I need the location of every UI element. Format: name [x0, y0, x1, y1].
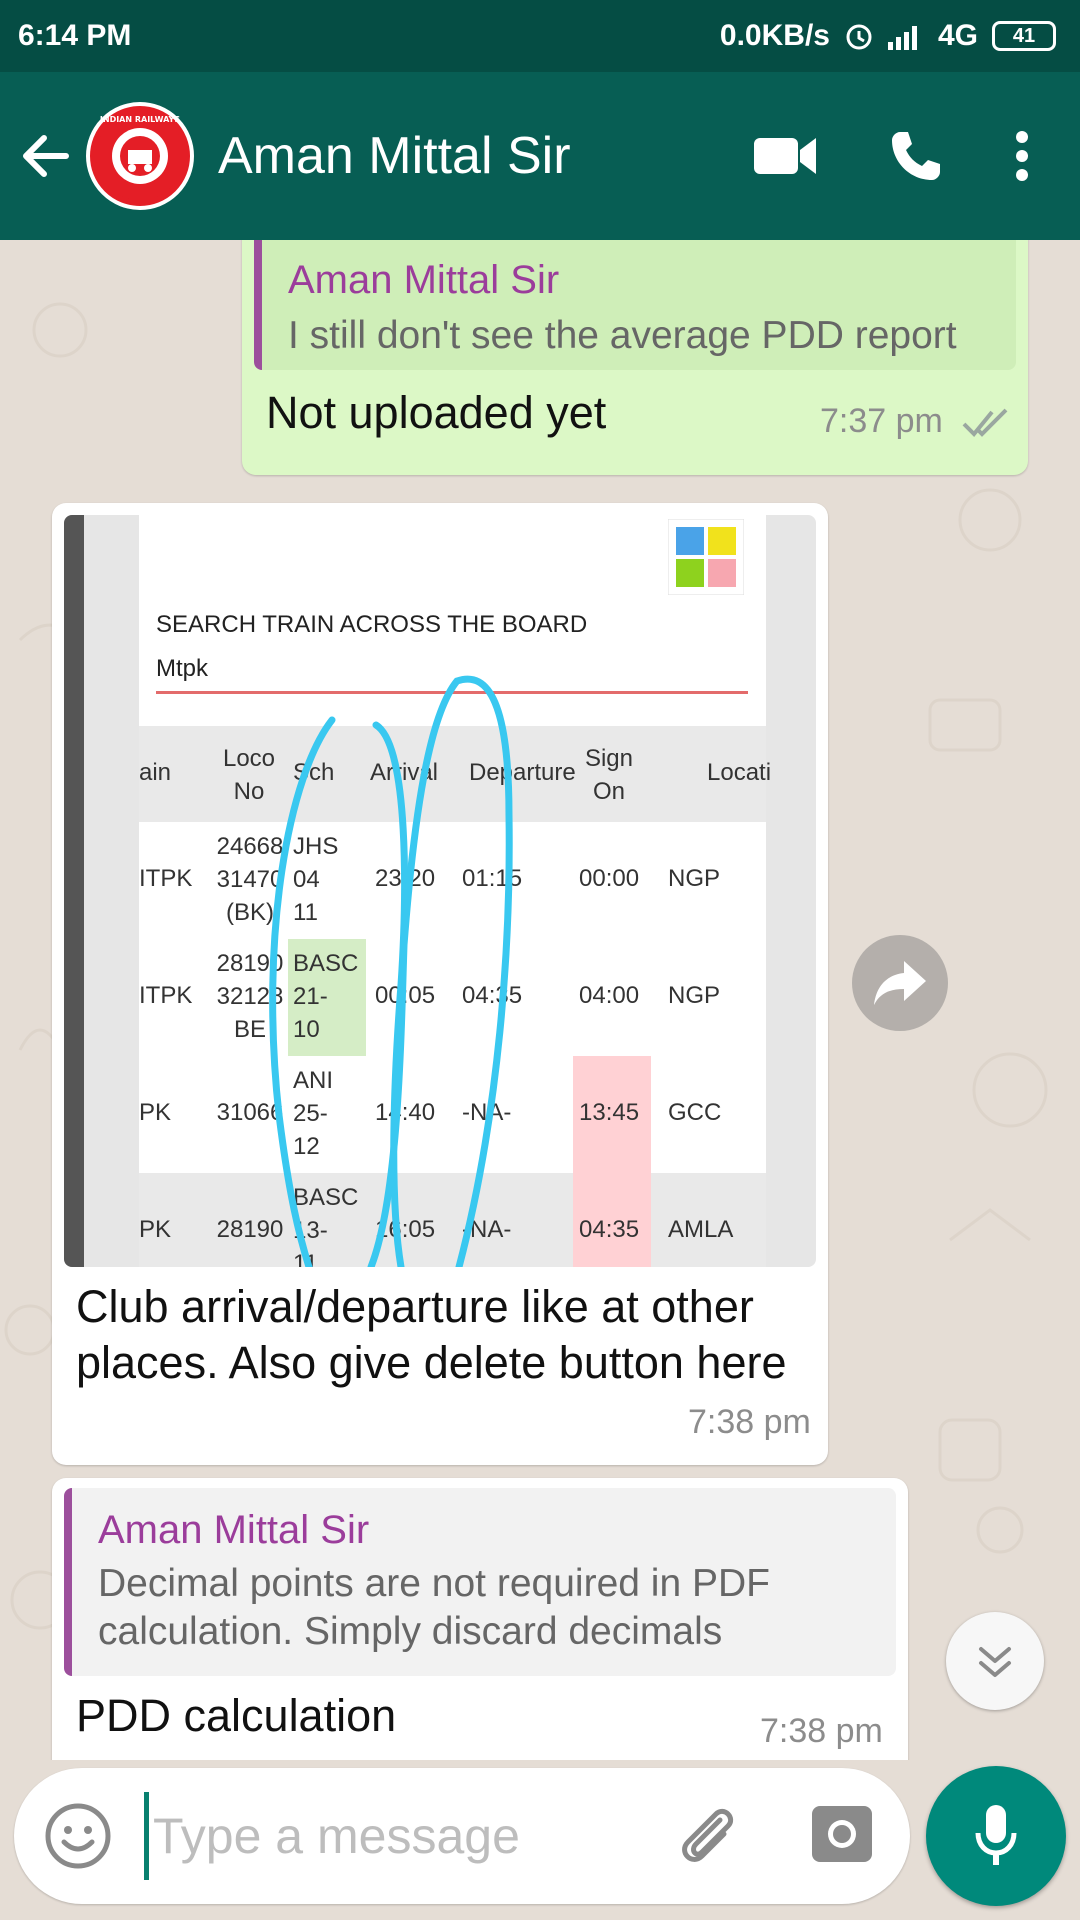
forward-button[interactable] — [852, 935, 948, 1031]
message-time: 7:38 pm — [688, 1403, 811, 1441]
quote-text: I still don't see the average PDD report — [288, 314, 957, 357]
signal-icon — [887, 26, 917, 50]
message-text: Not uploaded yet — [266, 387, 607, 438]
read-ticks-icon — [962, 408, 1008, 437]
double-chevron-down-icon — [979, 1647, 1011, 1677]
pen-annotation — [269, 675, 513, 1267]
incoming-message[interactable]: Aman Mittal Sir Decimal points are not r… — [52, 1478, 908, 1760]
quote-text: Decimal points are not required in PDF c… — [98, 1562, 770, 1653]
header-actions — [754, 128, 1030, 184]
logo-text: INDIAN RAILWAYS — [100, 115, 180, 124]
video-camera-icon[interactable] — [754, 134, 818, 178]
status-bar: 6:14 PM 0.0KB/s 4G 41 — [0, 0, 1080, 72]
quote-author: Aman Mittal Sir — [288, 258, 560, 302]
indian-railways-logo: INDIAN RAILWAYS — [96, 112, 184, 200]
image-left-edge — [64, 515, 84, 1267]
alarm-icon — [846, 24, 872, 50]
message-composer — [14, 1768, 910, 1904]
screenshot-content: SEARCH TRAIN ACROSS THE BOARD Mtpk ain L… — [139, 515, 771, 1267]
paperclip-icon[interactable] — [674, 1802, 742, 1870]
quote-author: Aman Mittal Sir — [98, 1508, 370, 1552]
avatar[interactable]: INDIAN RAILWAYS — [86, 102, 194, 210]
message-text: PDD calculation — [76, 1690, 397, 1741]
mic-button[interactable] — [926, 1766, 1066, 1906]
message-time: 7:37 pm — [820, 402, 943, 440]
microphone-icon — [975, 1805, 1017, 1865]
status-indicators: 0.0KB/s 4G 41 — [720, 19, 1056, 53]
message-text: Club arrival/departure like at other pla… — [76, 1281, 787, 1388]
network-speed: 0.0KB/s — [719, 19, 830, 52]
status-time: 6:14 PM — [18, 19, 132, 52]
outgoing-message[interactable]: Aman Mittal Sir I still don't see the av… — [242, 240, 1028, 475]
emoji-icon[interactable] — [44, 1802, 112, 1870]
quoted-message[interactable]: Aman Mittal Sir I still don't see the av… — [254, 240, 1016, 370]
chat-title[interactable]: Aman Mittal Sir — [218, 126, 754, 186]
phone-icon[interactable] — [888, 128, 944, 184]
scroll-down-button[interactable] — [946, 1612, 1044, 1710]
chat-header: INDIAN RAILWAYS Aman Mittal Sir — [0, 72, 1080, 240]
image-attachment[interactable]: SEARCH TRAIN ACROSS THE BOARD Mtpk ain L… — [64, 515, 816, 1267]
quoted-message[interactable]: Aman Mittal Sir Decimal points are not r… — [64, 1488, 896, 1676]
network-type: 4G — [937, 19, 978, 52]
battery-level: 41 — [1012, 24, 1036, 47]
camera-icon[interactable] — [810, 1804, 874, 1864]
battery-icon: 41 — [992, 21, 1056, 51]
arrow-left-icon — [23, 135, 69, 177]
more-vertical-icon[interactable] — [1014, 130, 1030, 182]
message-input[interactable] — [144, 1792, 644, 1880]
back-button[interactable] — [6, 72, 86, 240]
incoming-image-message[interactable]: SEARCH TRAIN ACROSS THE BOARD Mtpk ain L… — [52, 503, 828, 1465]
forward-share-icon — [874, 961, 926, 1005]
message-time: 7:38 pm — [760, 1712, 883, 1750]
